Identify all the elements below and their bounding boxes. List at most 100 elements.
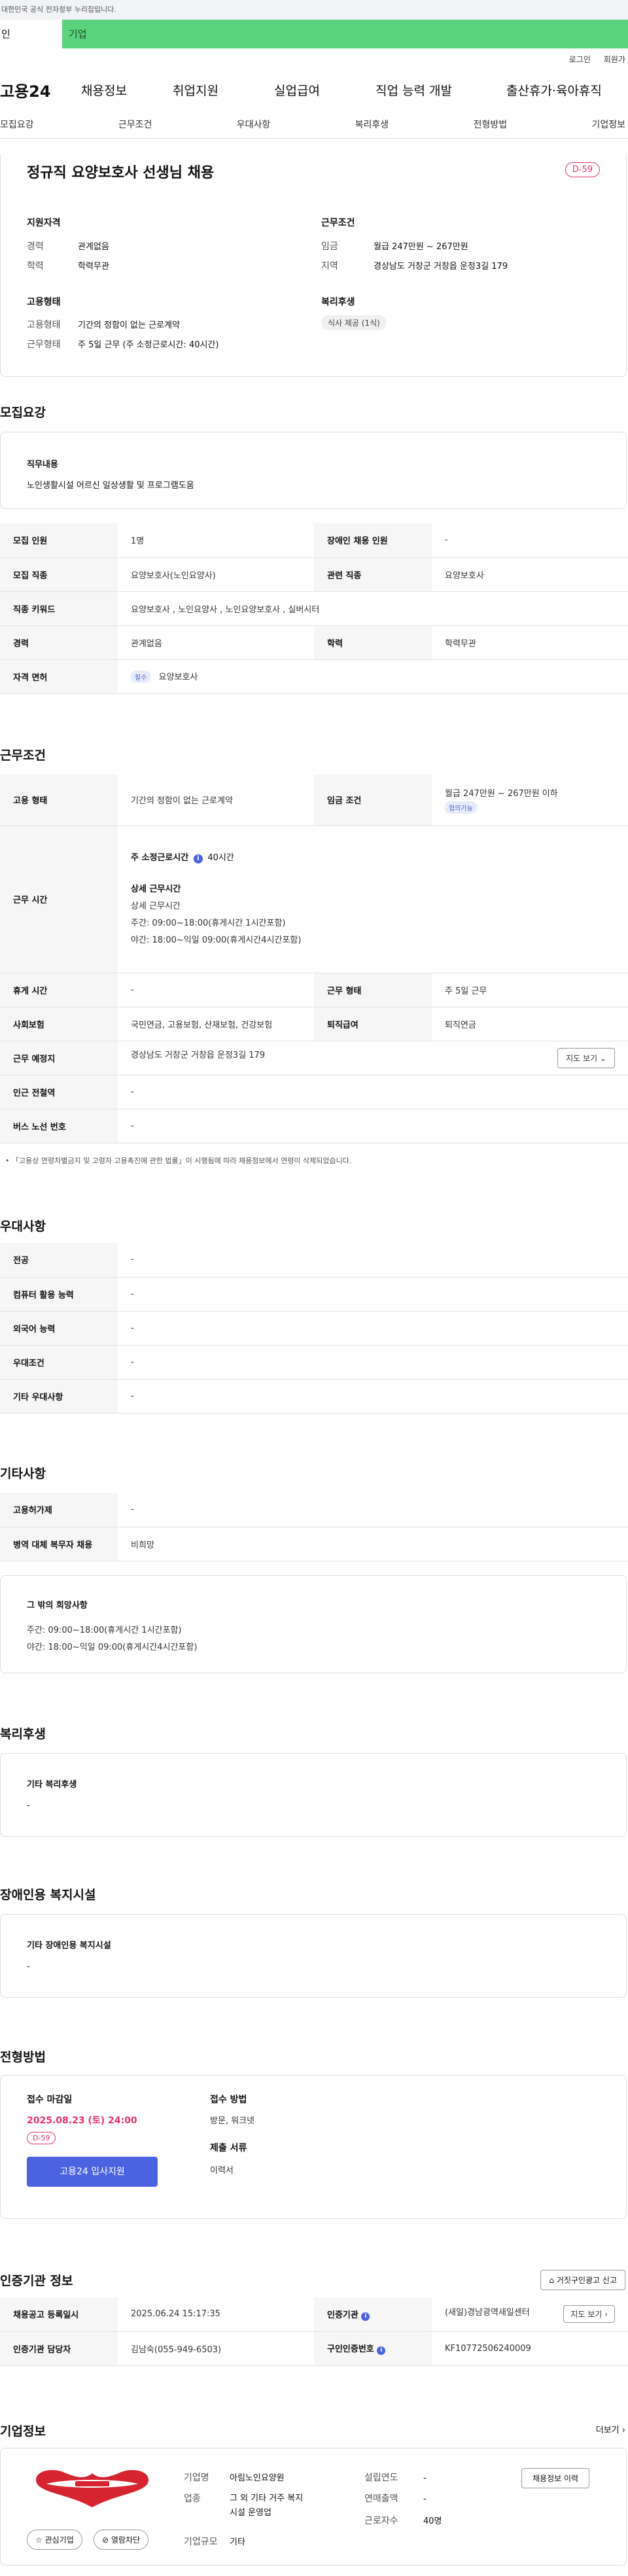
hours-line: 주간: 09:00~18:00(휴게시간 1시간포함) [131, 918, 286, 928]
hours-line: 야간: 18:00~익일 09:00(휴게시간4시간포함) [131, 935, 302, 945]
cell-key: 근무 형태 [314, 973, 432, 1007]
info-icon[interactable]: i [361, 2312, 370, 2321]
place-cell: 경상남도 거창군 거창읍 운정3길 179 지도 보기 ⌄ [118, 1041, 628, 1075]
tab-company[interactable]: 기업 [62, 20, 628, 48]
table-row: 사회보험 국민연금, 고용보험, 산재보험, 건강보험 퇴직급여 퇴직연금 [0, 1007, 628, 1041]
apply-button[interactable]: 고용24 입사지원 [27, 2157, 158, 2187]
agency-map-button[interactable]: 지도 보기 › [563, 2305, 615, 2324]
required-badge: 필수 [131, 670, 151, 683]
table-row: 병역 대체 복무자 채용 비희망 [0, 1527, 628, 1561]
hours-line: 상세 근무시간 [131, 901, 181, 911]
cell-value: 요양보호사 [432, 557, 628, 592]
cell-key: 컴퓨터 활용 능력 [0, 1277, 118, 1312]
qual-key: 경력 [27, 241, 44, 252]
gnb-item-training[interactable]: 직업 능력 개발 [375, 81, 506, 99]
cell-key: 휴게 시간 [0, 973, 118, 1007]
cell-key: 경력 [0, 625, 118, 660]
wish-line: 야간: 18:00~익일 09:00(휴게시간4시간포함) [27, 1643, 198, 1652]
cell-value: - [118, 1075, 628, 1109]
emp-value: 기간의 정함이 없는 근로계약 [78, 321, 180, 330]
cell-value: 비희망 [118, 1527, 628, 1561]
emp-heading: 고용형태 [27, 297, 61, 307]
job-history-button[interactable]: 채용정보 이력 [521, 2468, 590, 2488]
site-logo[interactable]: 고용24 [0, 78, 81, 101]
tab-personal[interactable]: 인 [0, 20, 62, 48]
recruit-table: 모집 인원 1명 장애인 채용 인원 - 모집 직종 요양보호사(노인요양사) … [0, 523, 628, 694]
favorite-company-button[interactable]: ☆ 관심기업 [27, 2530, 82, 2550]
gnb-item-leave[interactable]: 출산휴가·육아휴직 [506, 81, 628, 99]
job-title: 정규직 요양보호사 선생님 채용 [27, 165, 215, 181]
company-field-key: 설립연도 [364, 2473, 398, 2483]
company-more-link[interactable]: 더보기 › [596, 2423, 625, 2435]
subnav-recruit[interactable]: 모집요강 [0, 118, 34, 131]
company-field: 기업명 아림노인요양원 [184, 2471, 354, 2484]
work-key: 임금 [321, 241, 338, 252]
chevron-right-icon: › [604, 2310, 608, 2320]
report-button[interactable]: ⌂ 거짓구인광고 신고 [540, 2270, 625, 2290]
deadline-value: 2025.08.23 (토) 24:00 [27, 2115, 137, 2126]
global-nav: 고용24 채용정보 취업지원 실업급여 직업 능력 개발 출산휴가·육아휴직 [0, 69, 628, 110]
cell-key: 관련 직종 [314, 557, 432, 592]
summary-card: 정규직 요양보호사 선생님 채용 D-59 지원자격 경력 관계없음 학력 학력무관… [0, 154, 627, 377]
info-icon[interactable]: i [193, 854, 203, 863]
cell-key: 학력 [314, 625, 432, 660]
qual-heading: 지원자격 [27, 218, 61, 228]
company-field-key: 업종 [184, 2494, 201, 2504]
cell-key: 근무 시간 [0, 826, 118, 973]
table-row: 인증기관 담당자 김남숙(055-949-6503) 구인인증번호 i KF10… [0, 2331, 628, 2366]
subnav-process[interactable]: 전형방법 [474, 118, 508, 131]
info-icon[interactable]: i [377, 2346, 386, 2355]
agency-value: (새일)경남광역새일센터 [445, 2308, 530, 2318]
subnav-company[interactable]: 기업정보 [591, 118, 625, 131]
fav-label: 관심기업 [44, 2535, 74, 2545]
deadline-label: 접수 마감일 [27, 2095, 73, 2105]
table-row: 근무 예정지 경상남도 거창군 거창읍 운정3길 179 지도 보기 ⌄ [0, 1041, 628, 1075]
cert-agency-label: 인증기관 [327, 2310, 358, 2320]
cell-key: 사회보험 [0, 1007, 118, 1041]
wage-value: 월급 247만원 ~ 267만원 이하 [445, 788, 558, 799]
hours-week: 주 소정근로시간 i 40시간 [131, 850, 615, 867]
map-button[interactable]: 지도 보기 ⌄ [557, 1047, 615, 1068]
table-row: 자격 면허 필수 요양보호사 [0, 659, 628, 694]
block-label: 열람차단 [111, 2535, 141, 2545]
subnav-preference[interactable]: 우대사항 [237, 118, 271, 131]
cell-key: 모집 직종 [0, 557, 118, 592]
table-row: 인근 전철역 - [0, 1075, 628, 1109]
process-heading: 전형방법 [0, 2050, 46, 2064]
cell-value: 2025.06.24 15:17:35 [118, 2297, 314, 2332]
cell-key: 인근 전철역 [0, 1075, 118, 1109]
gnb-item-employment-support[interactable]: 취업지원 [173, 81, 274, 99]
table-row: 컴퓨터 활용 능력 - [0, 1277, 628, 1312]
signup-link[interactable]: 회원가 [604, 54, 625, 65]
dday-badge: D-59 [565, 162, 600, 177]
duty-text: 노인생활시설 어르신 일상생활 및 프로그램도움 [27, 481, 194, 491]
cell-key: 전공 [0, 1243, 118, 1278]
gnb-item-unemployment[interactable]: 실업급여 [274, 81, 375, 99]
gnb-item-jobs[interactable]: 채용정보 [81, 81, 173, 99]
subnav-welfare[interactable]: 복리후생 [355, 118, 389, 131]
subnav-conditions[interactable]: 근무조건 [118, 118, 152, 131]
cell-value: 기간의 정함이 없는 근로계약 [118, 775, 314, 826]
duty-card: 직무내용 노인생활시설 어르신 일상생활 및 프로그램도움 [0, 432, 627, 509]
etc-heading: 기타사항 [0, 1467, 46, 1481]
qual-row: 학력 학력무관 [27, 259, 109, 272]
agency-map-label: 지도 보기 [570, 2310, 602, 2320]
license-cell: 필수 요양보호사 [118, 659, 628, 694]
qual-row: 경력 관계없음 [27, 239, 109, 252]
emp-key: 근무형태 [27, 339, 61, 350]
cell-key: 직종 키워드 [0, 591, 118, 626]
more-label: 더보기 [595, 2426, 619, 2435]
cell-key: 근무 예정지 [0, 1041, 118, 1075]
table-row: 고용 형태 기간의 정함이 없는 근로계약 임금 조건 월급 247만원 ~ 2… [0, 775, 628, 826]
company-logo [27, 2464, 158, 2510]
docs-label: 제출 서류 [210, 2143, 247, 2153]
block-view-button[interactable]: ⊘ 열람차단 [94, 2530, 149, 2550]
cell-key: 병역 대체 복무자 채용 [0, 1527, 118, 1561]
login-link[interactable]: 로그인 [569, 54, 591, 65]
cell-value: 주 5일 근무 [432, 973, 628, 1007]
preference-heading: 우대사항 [0, 1219, 46, 1234]
cell-key: 장애인 채용 인원 [314, 523, 432, 558]
cell-key: 인증기관 담당자 [0, 2331, 118, 2366]
company-field-value: 기타 [230, 2537, 245, 2547]
cell-key: 구인인증번호 i [314, 2331, 432, 2366]
